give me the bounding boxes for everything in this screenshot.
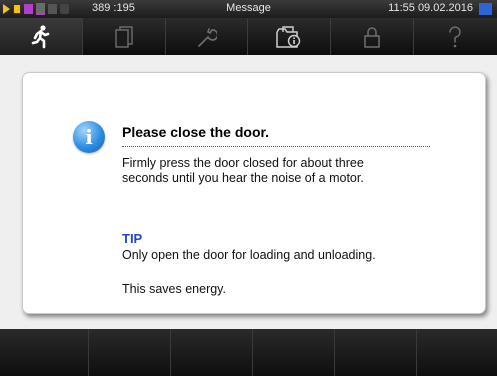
tab-info[interactable]	[248, 18, 332, 55]
softkey-1[interactable]	[0, 329, 89, 376]
tip-label: TIP	[122, 231, 143, 246]
tip-note: This saves energy.	[122, 282, 226, 296]
tab-help[interactable]	[414, 18, 497, 55]
running-person-icon	[31, 24, 50, 48]
clock-time: 11:55	[388, 2, 415, 14]
tab-start[interactable]	[0, 18, 83, 55]
main-tab-bar	[0, 18, 497, 55]
language-flag-icon[interactable]	[479, 3, 492, 15]
tip-text: Only open the door for loading and unloa…	[122, 248, 376, 262]
softkey-6[interactable]	[417, 329, 497, 376]
tab-settings[interactable]	[166, 18, 249, 55]
softkey-4[interactable]	[253, 329, 335, 376]
clock: 11:55 09.02.2016	[388, 2, 473, 14]
softkey-2[interactable]	[89, 329, 171, 376]
folder-info-icon	[276, 25, 301, 48]
softkey-bar	[0, 329, 497, 376]
clock-date: 09.02.2016	[417, 2, 473, 14]
wrench-icon	[198, 27, 218, 47]
status-bar: 389 :195 Message 11:55 09.02.2016	[0, 0, 497, 18]
title-divider	[122, 146, 430, 147]
message-dialog: i Please close the door. Firmly press th…	[22, 72, 486, 314]
softkey-5[interactable]	[335, 329, 417, 376]
message-title: Please close the door.	[122, 124, 270, 140]
softkey-3[interactable]	[171, 329, 253, 376]
help-icon	[449, 25, 462, 47]
locked-icon	[364, 26, 380, 48]
tab-user-login[interactable]	[331, 18, 414, 55]
tab-protocols[interactable]	[83, 18, 166, 55]
message-body: Firmly press the door closed for about t…	[122, 156, 364, 185]
documents-icon	[114, 25, 133, 48]
info-icon: i	[73, 121, 105, 153]
